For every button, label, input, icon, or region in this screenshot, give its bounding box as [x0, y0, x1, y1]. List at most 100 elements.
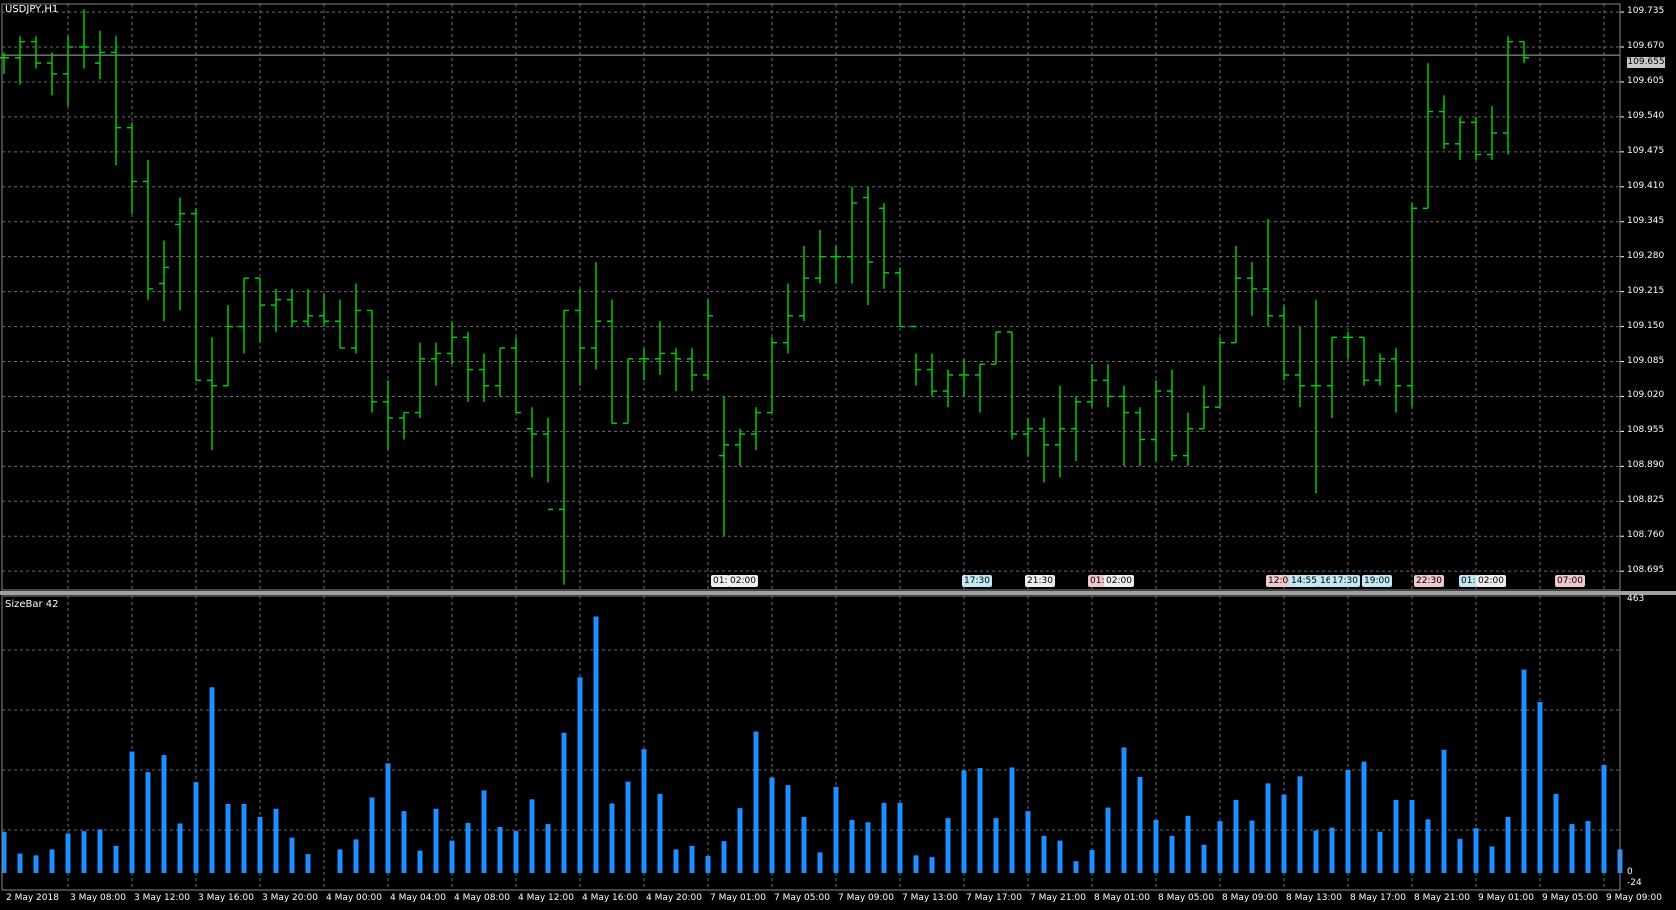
time-axis-label: 7 May 01:00 [710, 893, 766, 903]
sizebar-column [849, 819, 855, 873]
sizebar-column [1505, 816, 1511, 873]
time-axis-label: 9 May 05:00 [1542, 893, 1598, 903]
sizebar-column [1281, 794, 1287, 873]
price-axis-label: 109.150 [1627, 320, 1665, 331]
sizebar-column [625, 781, 631, 873]
sizebar-column [1409, 799, 1415, 873]
sizebar-column [1025, 811, 1031, 873]
event-marker[interactable]: 02:00 [1104, 575, 1134, 587]
sizebar-column [337, 849, 343, 873]
sizebar-column [545, 824, 551, 873]
sizebar-column [929, 857, 935, 873]
time-axis-label: 4 May 08:00 [454, 893, 510, 903]
sizebar-column [81, 831, 87, 873]
time-axis-label: 3 May 12:00 [134, 893, 190, 903]
sizebar-column [641, 749, 647, 873]
sizebar-column [433, 808, 439, 873]
event-marker[interactable]: 22:30 [1414, 575, 1444, 587]
price-axis-label: 109.020 [1627, 390, 1665, 401]
sizebar-column [865, 822, 871, 873]
price-axis-label: 108.695 [1627, 565, 1665, 576]
sizebar-column [657, 793, 663, 873]
event-marker[interactable]: 17:30 [1330, 575, 1360, 587]
time-axis-label: 4 May 20:00 [646, 893, 702, 903]
sizebar-column [369, 797, 375, 873]
time-axis-label: 2 May 2018 [6, 893, 59, 903]
event-marker[interactable]: 19:00 [1362, 575, 1392, 587]
sizebar-column [721, 841, 727, 873]
event-marker[interactable]: 01: [1459, 575, 1478, 587]
sizebar-column [417, 850, 423, 873]
sizebar-column [1425, 819, 1431, 873]
sizebar-column [1569, 824, 1575, 873]
sizebar-column [1185, 815, 1191, 873]
sizebar-column [33, 855, 39, 873]
sizebar-column [1521, 669, 1527, 873]
sizebar-column [513, 831, 519, 873]
sizebar-column [1393, 799, 1399, 873]
sizebar-column [241, 804, 247, 873]
sizebar-column [385, 763, 391, 873]
event-marker[interactable]: 14:55 [1289, 575, 1319, 587]
sizebar-column [785, 785, 791, 873]
sizebar-column [97, 829, 103, 873]
sizebar-column [881, 802, 887, 873]
time-axis-label: 9 May 09:00 [1606, 893, 1662, 903]
sizebar-column [1041, 835, 1047, 873]
sizebar-column [673, 849, 679, 873]
time-axis-label: 8 May 17:00 [1350, 893, 1406, 903]
sizebar-column [449, 840, 455, 873]
time-axis-label: 7 May 13:00 [902, 893, 958, 903]
time-axis-label: 3 May 08:00 [70, 893, 126, 903]
sizebar-column [113, 845, 119, 873]
time-axis-label: 7 May 09:00 [838, 893, 894, 903]
price-axis-label: 109.345 [1627, 215, 1665, 226]
event-marker[interactable]: 01: [711, 575, 730, 587]
sizebar-column [977, 768, 983, 873]
sizebar-column [1553, 793, 1559, 873]
sizebar-column [1361, 761, 1367, 873]
chart-canvas [0, 3, 1676, 891]
sizebar-column [129, 751, 135, 873]
indicator-title: SizeBar 42 [5, 599, 59, 610]
sizebar-column [737, 808, 743, 873]
sub-axis-top: 463 [1627, 594, 1645, 604]
event-marker[interactable]: 21:30 [1025, 575, 1055, 587]
sizebar-column [1489, 846, 1495, 873]
sizebar-column [1169, 835, 1175, 873]
sizebar-column [1537, 702, 1543, 873]
sizebar-column [273, 808, 279, 873]
event-marker[interactable]: 17:30 [962, 575, 992, 587]
sizebar-column [49, 849, 55, 873]
sizebar-column [1233, 799, 1239, 873]
sizebar-column [1601, 765, 1607, 873]
sizebar-column [1329, 827, 1335, 873]
sizebar-column [1585, 821, 1591, 873]
sizebar-column [945, 818, 951, 873]
sub-axis-bottom: -24 [1627, 878, 1642, 888]
sizebar-column [1345, 769, 1351, 873]
price-axis-label: 109.215 [1627, 285, 1665, 296]
sizebar-column [1153, 819, 1159, 873]
event-marker[interactable]: 07:00 [1555, 575, 1585, 587]
sizebar-column [577, 677, 583, 873]
price-axis-label: 108.890 [1627, 460, 1665, 471]
event-marker[interactable]: 02:00 [728, 575, 758, 587]
sizebar-column [1457, 838, 1463, 873]
sizebar-column [401, 811, 407, 873]
sizebar-column [993, 818, 999, 873]
sizebar-column [305, 854, 311, 873]
grid [2, 4, 1620, 890]
sizebar-column [289, 837, 295, 873]
sizebar-column [209, 687, 215, 873]
sizebar-column [705, 855, 711, 873]
sizebar-column [913, 855, 919, 873]
sub-axis-zero: 0 [1627, 867, 1633, 877]
event-marker[interactable]: 02:00 [1476, 575, 1506, 587]
price-axis-label: 108.825 [1627, 495, 1665, 506]
sizebar-column [1121, 747, 1127, 873]
time-axis-label: 7 May 05:00 [774, 893, 830, 903]
sizebar-column [529, 799, 535, 873]
sizebar-column [1089, 850, 1095, 873]
time-axis-label: 4 May 00:00 [326, 893, 382, 903]
